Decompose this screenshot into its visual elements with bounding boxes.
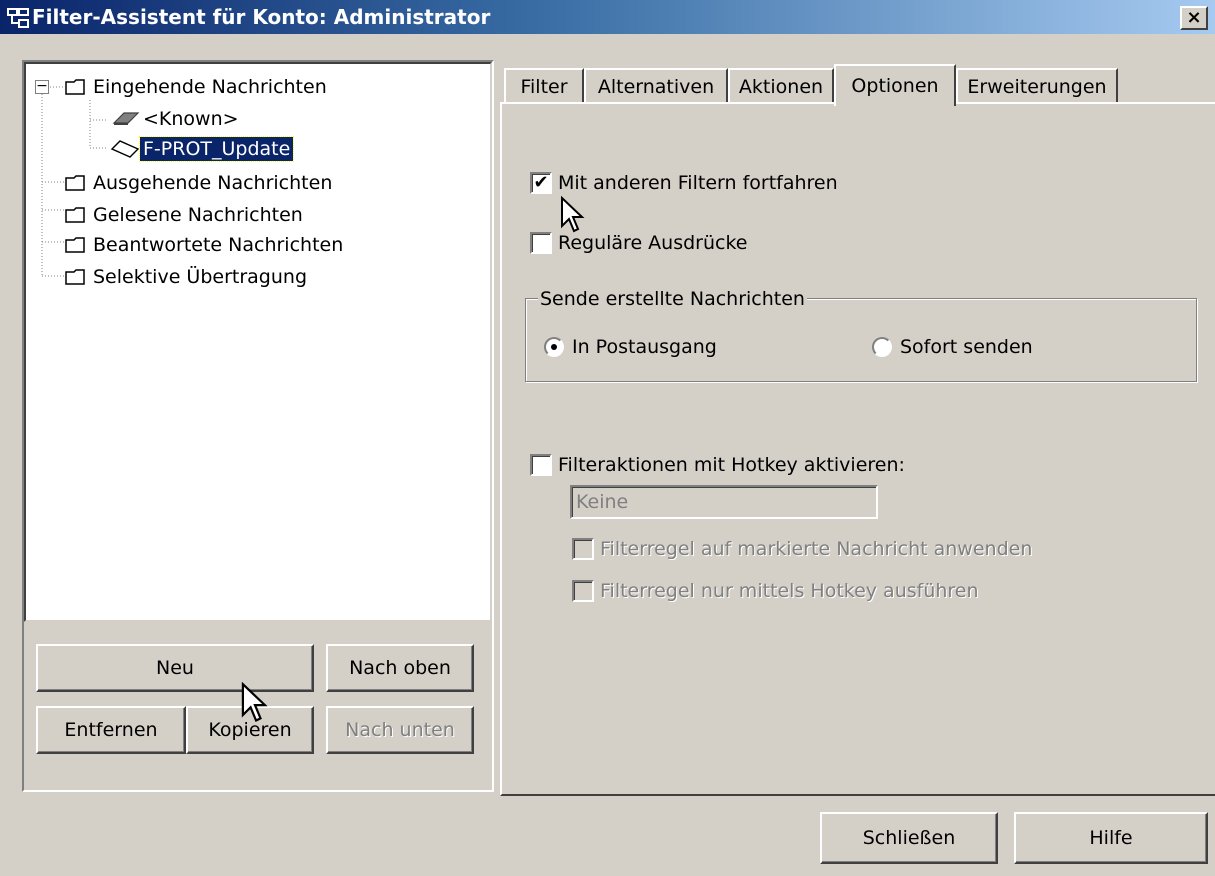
remove-button[interactable]: Entfernen bbox=[36, 706, 186, 754]
radio-button[interactable] bbox=[544, 337, 564, 357]
copy-button[interactable]: Kopieren bbox=[186, 706, 314, 754]
hotkey-only-label: Filterregel nur mittels Hotkey ausführen bbox=[600, 580, 979, 602]
new-button[interactable]: Neu bbox=[36, 644, 314, 692]
hotkey-only-checkbox[interactable]: Filterregel nur mittels Hotkey ausführen bbox=[572, 580, 979, 602]
regex-checkbox[interactable]: Reguläre Ausdrücke bbox=[530, 232, 748, 254]
folder-icon bbox=[65, 269, 85, 285]
folder-icon bbox=[65, 175, 85, 191]
radio-button[interactable] bbox=[872, 337, 892, 357]
tree-item-label: F-PROT_Update bbox=[138, 136, 295, 162]
tab-erweiterungen[interactable]: Erweiterungen bbox=[956, 68, 1118, 104]
hotkey-label: Filteraktionen mit Hotkey aktivieren: bbox=[558, 454, 905, 476]
tree-item-label: Gelesene Nachrichten bbox=[93, 204, 303, 226]
tree-item-known[interactable]: <Known> bbox=[110, 106, 242, 132]
hotkey-checkbox[interactable]: Filteraktionen mit Hotkey aktivieren: bbox=[530, 454, 905, 476]
checkbox-box[interactable] bbox=[530, 232, 552, 254]
move-up-button[interactable]: Nach oben bbox=[326, 644, 474, 692]
filter-tree[interactable]: − Eingehende Nachrichten <Known> F-PROT_… bbox=[24, 62, 492, 622]
regex-label: Reguläre Ausdrücke bbox=[558, 232, 748, 254]
checkbox-box[interactable] bbox=[530, 454, 552, 476]
options-tab-panel bbox=[500, 102, 1215, 796]
continue-filters-checkbox[interactable]: ✔ Mit anderen Filtern fortfahren bbox=[530, 172, 838, 194]
radio-postausgang[interactable]: In Postausgang bbox=[544, 336, 717, 358]
tree-item-label: <Known> bbox=[143, 108, 239, 130]
checkbox-box[interactable] bbox=[572, 538, 594, 560]
folder-icon bbox=[65, 207, 85, 223]
window-title: Filter-Assistent für Konto: Administrato… bbox=[32, 5, 491, 29]
tree-item-label: Ausgehende Nachrichten bbox=[93, 172, 333, 194]
radio-postausgang-label: In Postausgang bbox=[572, 336, 717, 358]
help-button[interactable]: Hilfe bbox=[1014, 812, 1208, 864]
tree-item-gelesene-nachrichten[interactable]: Gelesene Nachrichten bbox=[64, 202, 306, 228]
filter-tree-panel: − Eingehende Nachrichten <Known> F-PROT_… bbox=[22, 60, 494, 792]
close-icon: × bbox=[1186, 7, 1202, 28]
continue-filters-label: Mit anderen Filtern fortfahren bbox=[558, 172, 838, 194]
tab-filter[interactable]: Filter bbox=[504, 68, 584, 104]
filter-wizard-icon bbox=[7, 8, 29, 28]
tab-strip: Filter Alternativen Aktionen Optionen Er… bbox=[500, 64, 1215, 106]
apply-marked-label: Filterregel auf markierte Nachricht anwe… bbox=[600, 538, 1033, 560]
checkbox-box[interactable]: ✔ bbox=[530, 172, 552, 194]
close-dialog-button[interactable]: Schließen bbox=[820, 812, 998, 864]
tree-item-beantwortete-nachrichten[interactable]: Beantwortete Nachrichten bbox=[64, 232, 346, 258]
filter-rule-icon bbox=[110, 140, 140, 158]
tree-item-selektive-uebertragung[interactable]: Selektive Übertragung bbox=[64, 264, 310, 290]
radio-sofort-senden-label: Sofort senden bbox=[900, 336, 1033, 358]
tree-collapse-toggle[interactable]: − bbox=[35, 79, 49, 94]
radio-sofort-senden[interactable]: Sofort senden bbox=[872, 336, 1033, 358]
tree-item-label: Eingehende Nachrichten bbox=[93, 76, 327, 98]
radio-selected-dot bbox=[551, 344, 557, 350]
close-button[interactable]: × bbox=[1180, 6, 1208, 30]
folder-icon bbox=[65, 79, 85, 95]
send-messages-group-title: Sende erstellte Nachrichten bbox=[538, 288, 807, 310]
tree-item-label: Selektive Übertragung bbox=[93, 266, 308, 288]
tree-item-f-prot-update[interactable]: F-PROT_Update bbox=[110, 136, 295, 162]
tab-optionen[interactable]: Optionen bbox=[834, 64, 956, 106]
check-icon: ✔ bbox=[533, 172, 549, 193]
title-bar[interactable]: Filter-Assistent für Konto: Administrato… bbox=[0, 0, 1215, 36]
move-down-button[interactable]: Nach unten bbox=[326, 706, 474, 754]
tree-item-eingehende-nachrichten[interactable]: Eingehende Nachrichten bbox=[64, 74, 330, 100]
tree-item-ausgehende-nachrichten[interactable]: Ausgehende Nachrichten bbox=[64, 170, 335, 196]
hotkey-field[interactable]: Keine bbox=[570, 485, 878, 519]
checkbox-box[interactable] bbox=[572, 580, 594, 602]
tab-aktionen[interactable]: Aktionen bbox=[728, 68, 834, 104]
folder-icon bbox=[65, 237, 85, 253]
tab-alternativen[interactable]: Alternativen bbox=[584, 68, 728, 104]
filter-rule-icon bbox=[112, 112, 140, 125]
tree-item-label: Beantwortete Nachrichten bbox=[93, 234, 344, 256]
apply-marked-checkbox[interactable]: Filterregel auf markierte Nachricht anwe… bbox=[572, 538, 1032, 560]
tree-button-area: Neu Nach oben Entfernen Kopieren Nach un… bbox=[24, 622, 492, 790]
